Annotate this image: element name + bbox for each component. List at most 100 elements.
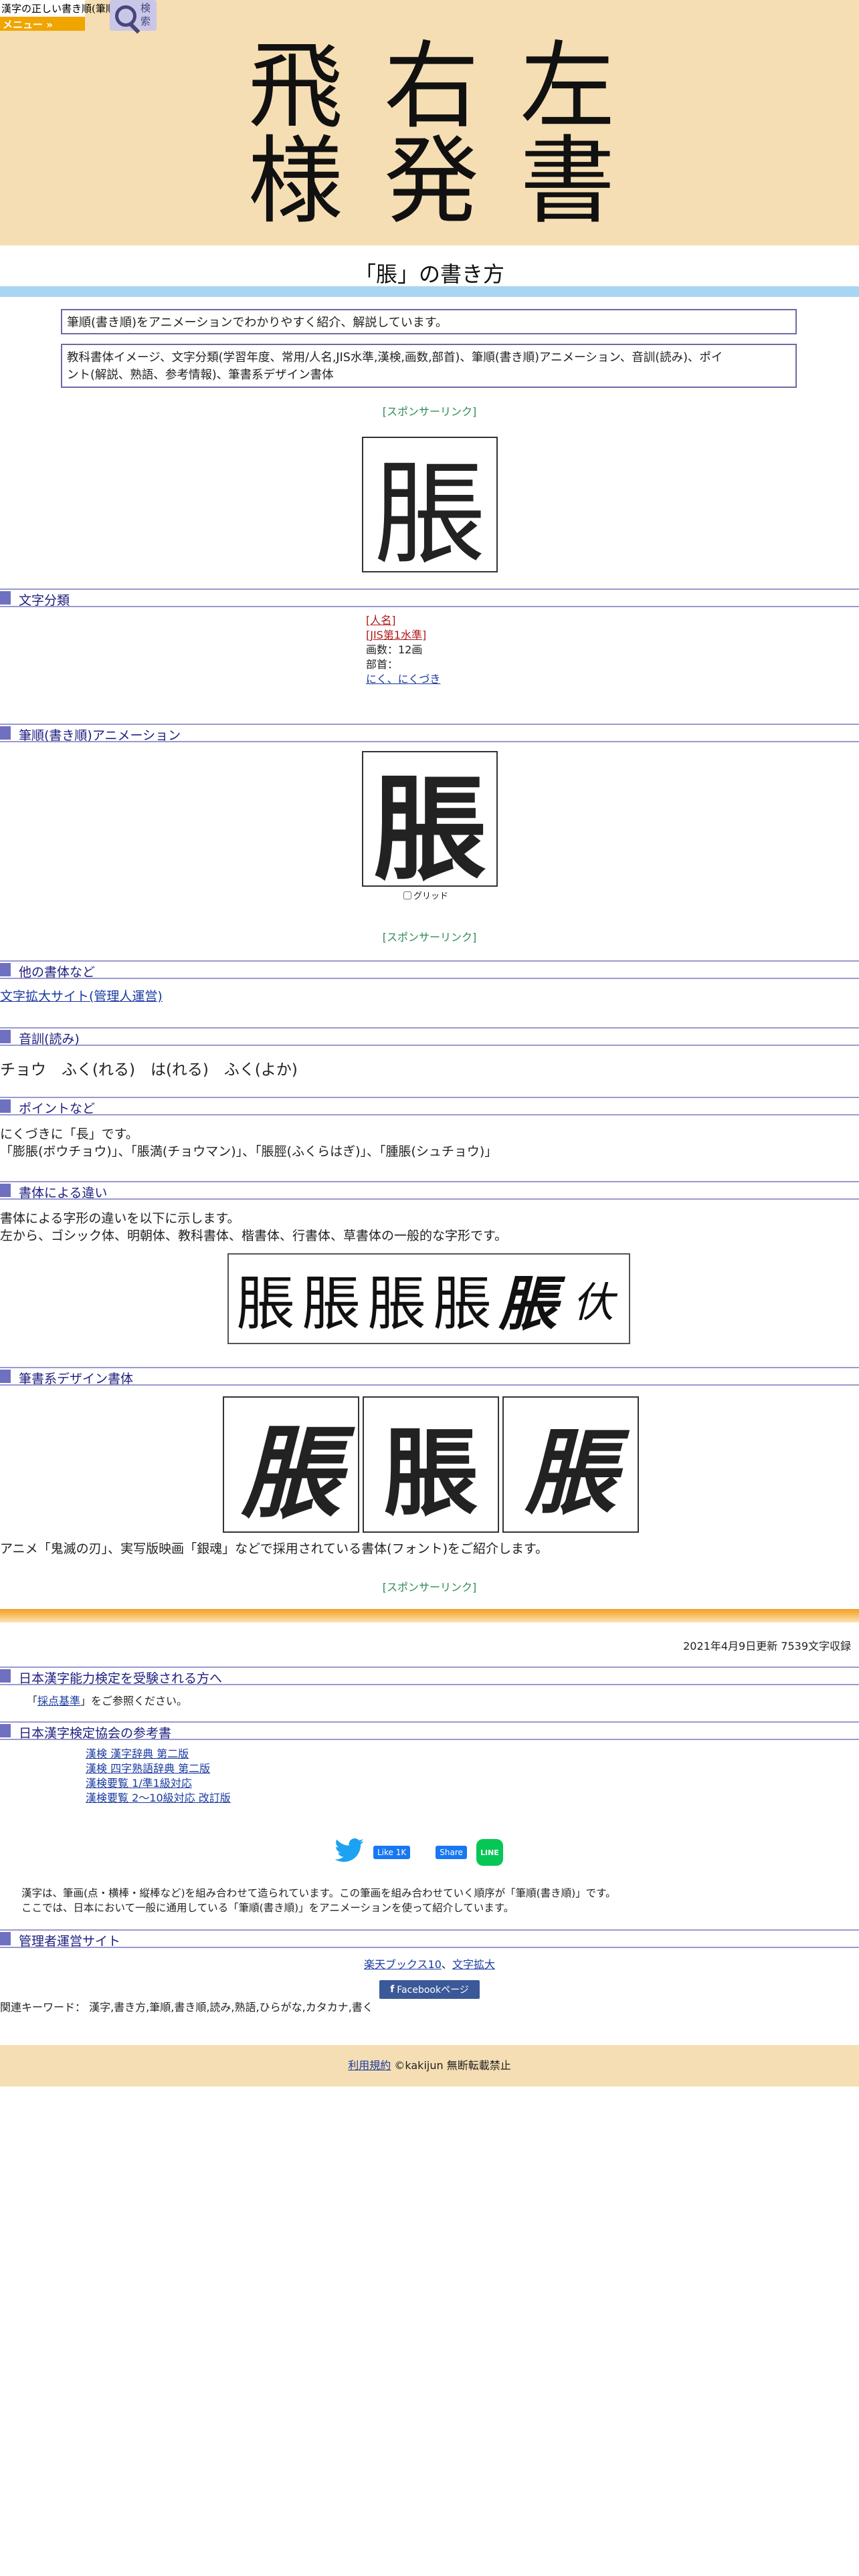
points-line: にくづきに「長」です。	[0, 1127, 138, 1142]
twitter-bird-icon[interactable]	[335, 1836, 364, 1870]
grid-label[interactable]: グリッド	[413, 889, 448, 901]
reference-book-link[interactable]: 漢検要覧 1/準1級対応	[86, 1776, 231, 1791]
facebook-icon: f	[390, 1984, 395, 1995]
kentei-prefix: 「	[27, 1695, 38, 1707]
search-icon-handle	[129, 23, 140, 34]
radical-link[interactable]: にく、にくづき	[366, 672, 440, 687]
menu-button[interactable]: メニュー »	[0, 17, 85, 31]
main-character: 脹	[373, 449, 486, 580]
gothic-char: 脹	[235, 1269, 295, 1338]
section-marker	[0, 1370, 11, 1383]
hero-char: 書	[520, 126, 615, 237]
section-title: 筆順(書き順)アニメーション	[19, 728, 181, 743]
points-line: 「膨脹(ボウチョウ)」、「脹満(チョウマン)」、「脹脛(ふくらはぎ)」、「腫脹(…	[0, 1144, 498, 1159]
classification-list: [人名] [JIS第1水準] 画数：12画 部首： にく、にくづき	[366, 613, 440, 687]
section-title: 書体による違い	[19, 1186, 108, 1200]
intro-box: 筆順(書き順)をアニメーションでわかりやすく紹介、解説しています。	[61, 309, 797, 334]
page-title: 「脹」の書き方	[354, 261, 504, 287]
section-marker	[0, 1724, 11, 1737]
textbook-char: 脹	[367, 1272, 426, 1337]
stroke-animation-box[interactable]: 脹	[362, 751, 498, 896]
search-button[interactable]: 検索	[110, 0, 157, 34]
animation-character: 脹	[373, 762, 487, 896]
menu-label[interactable]: メニュー »	[3, 17, 53, 31]
facebook-page-label[interactable]: Facebookページ	[397, 1983, 469, 1996]
intro-text: 筆順(書き順)をアニメーションでわかりやすく紹介、解説しています。	[67, 316, 448, 330]
content-divider	[0, 1609, 859, 1622]
jis-link[interactable]: [JIS第1水準]	[366, 628, 440, 643]
section-title: 音訓(読み)	[19, 1032, 80, 1047]
readings-text: チョウ ふく(れる) は(れる) ふく(よか)	[0, 1061, 298, 1079]
reference-book-list: 漢検 漢字辞典 第二版 漢検 四字熟語辞典 第二版 漢検要覧 1/準1級対応 漢…	[86, 1747, 231, 1806]
section-header-classification: 文字分類	[0, 588, 859, 608]
font-diff-line: 左から、ゴシック体、明朝体、教科書体、楷書体、行書体、草書体の一般的な字形です。	[0, 1228, 508, 1243]
font-diff-line: 書体による字形の違いを以下に示します。	[0, 1211, 240, 1226]
hero-char: 発	[383, 126, 479, 237]
design-font-box: 脹	[502, 1396, 639, 1533]
grid-toggle[interactable]: グリッド	[403, 889, 448, 901]
link-separator: 、	[441, 1958, 452, 1971]
intro-features-line: ント(解説、熟語、参考情報)、筆書系デザイン書体	[67, 368, 334, 382]
logo-text[interactable]: 漢字の正しい書き順(筆順)	[1, 1, 120, 15]
section-marker	[0, 1184, 11, 1197]
font-styles-box: 脹 脹 脹 脹 脹 㐲	[227, 1253, 630, 1344]
hero-row-1: 飛 右 左	[227, 37, 636, 137]
reference-book-link[interactable]: 漢検 四字熟語辞典 第二版	[86, 1761, 231, 1776]
radical-label: 部首：	[366, 658, 399, 671]
design-font-char: 脹	[240, 1414, 341, 1532]
section-marker	[0, 1030, 11, 1043]
kaisho-char: 脹	[432, 1269, 492, 1338]
enlarge-site-link[interactable]: 文字拡大サイト(管理人運営)	[0, 988, 163, 1005]
kentei-note: 「採点基準」をご参照ください。	[27, 1693, 187, 1709]
admin-links: 楽天ブックス10、文字拡大	[0, 1957, 859, 1973]
related-keywords: 関連キーワード： 漢字,書き方,筆順,書き順,読み,熟語,ひらがな,カタカナ,書…	[0, 2001, 373, 2014]
grid-checkbox[interactable]	[403, 891, 411, 899]
facebook-share-button[interactable]: Share	[436, 1846, 467, 1859]
enlarge-link[interactable]: 文字拡大	[452, 1958, 495, 1971]
jinmei-link[interactable]: [人名]	[366, 613, 440, 628]
sosho-char: 㐲	[572, 1278, 614, 1327]
section-marker	[0, 1669, 11, 1683]
section-marker	[0, 963, 11, 976]
main-character-box: 脹	[362, 437, 498, 580]
about-text: 漢字は、筆画(点・横棒・縦棒など)を組み合わせて造られています。この筆画を組み合…	[21, 1886, 616, 1915]
kentei-suffix: 」をご参照ください。	[80, 1695, 188, 1707]
design-font-char: 脹	[383, 1418, 478, 1529]
rakuten-books-link[interactable]: 楽天ブックス10	[364, 1958, 442, 1971]
section-title: 日本漢字検定協会の参考書	[19, 1726, 172, 1741]
hero-char: 右	[383, 31, 479, 142]
sponsor-link[interactable]: [スポンサーリンク]	[0, 403, 859, 419]
reference-book-link[interactable]: 漢検要覧 2～10級対応 改訂版	[86, 1791, 231, 1806]
hero-char: 様	[248, 126, 343, 237]
section-header-design-fonts: 筆書系デザイン書体	[0, 1367, 859, 1386]
terms-link[interactable]: 利用規約	[348, 2059, 391, 2072]
hero-row-2: 様 発 書	[227, 132, 636, 232]
search-label[interactable]: 検索	[140, 1, 154, 28]
points-text: にくづきに「長」です。 「膨脹(ボウチョウ)」、「脹満(チョウマン)」、「脹脛(…	[0, 1125, 497, 1160]
stroke-count: 画数：12画	[366, 643, 423, 656]
section-marker	[0, 591, 11, 605]
section-header-points: ポイントなど	[0, 1097, 859, 1116]
sponsor-link[interactable]: [スポンサーリンク]	[0, 928, 859, 944]
facebook-like-button[interactable]: Like 1K	[373, 1846, 411, 1859]
sponsor-link[interactable]: [スポンサーリンク]	[0, 1578, 859, 1594]
about-line: 漢字は、筆画(点・横棒・縦棒など)を組み合わせて造られています。この筆画を組み合…	[21, 1887, 616, 1899]
section-header-other-fonts: 他の書体など	[0, 960, 859, 980]
reference-book-link[interactable]: 漢検 漢字辞典 第二版	[86, 1747, 231, 1761]
section-marker	[0, 1932, 11, 1945]
gyosho-char: 脹	[498, 1269, 557, 1338]
facebook-page-button[interactable]: f Facebookページ	[379, 1980, 480, 1999]
title-divider	[0, 286, 859, 297]
section-title: 管理者運営サイト	[19, 1934, 121, 1949]
section-title: ポイントなど	[19, 1101, 96, 1116]
section-title: 文字分類	[19, 593, 70, 608]
section-header-kentei: 日本漢字能力検定を受験される方へ	[0, 1667, 859, 1686]
line-share-icon[interactable]: LINE	[476, 1839, 503, 1866]
update-info: 2021年4月9日更新 7539文字収録	[683, 1640, 851, 1652]
section-title: 他の書体など	[19, 965, 96, 980]
design-font-caption: アニメ「鬼滅の刃」、実写版映画「銀魂」などで採用されている書体(フォント)をご紹…	[0, 1541, 549, 1556]
font-diff-text: 書体による字形の違いを以下に示します。 左から、ゴシック体、明朝体、教科書体、楷…	[0, 1210, 507, 1245]
design-font-box: 脹	[363, 1396, 499, 1533]
section-header-admin-sites: 管理者運営サイト	[0, 1929, 859, 1949]
scoring-link[interactable]: 採点基準	[37, 1695, 80, 1707]
